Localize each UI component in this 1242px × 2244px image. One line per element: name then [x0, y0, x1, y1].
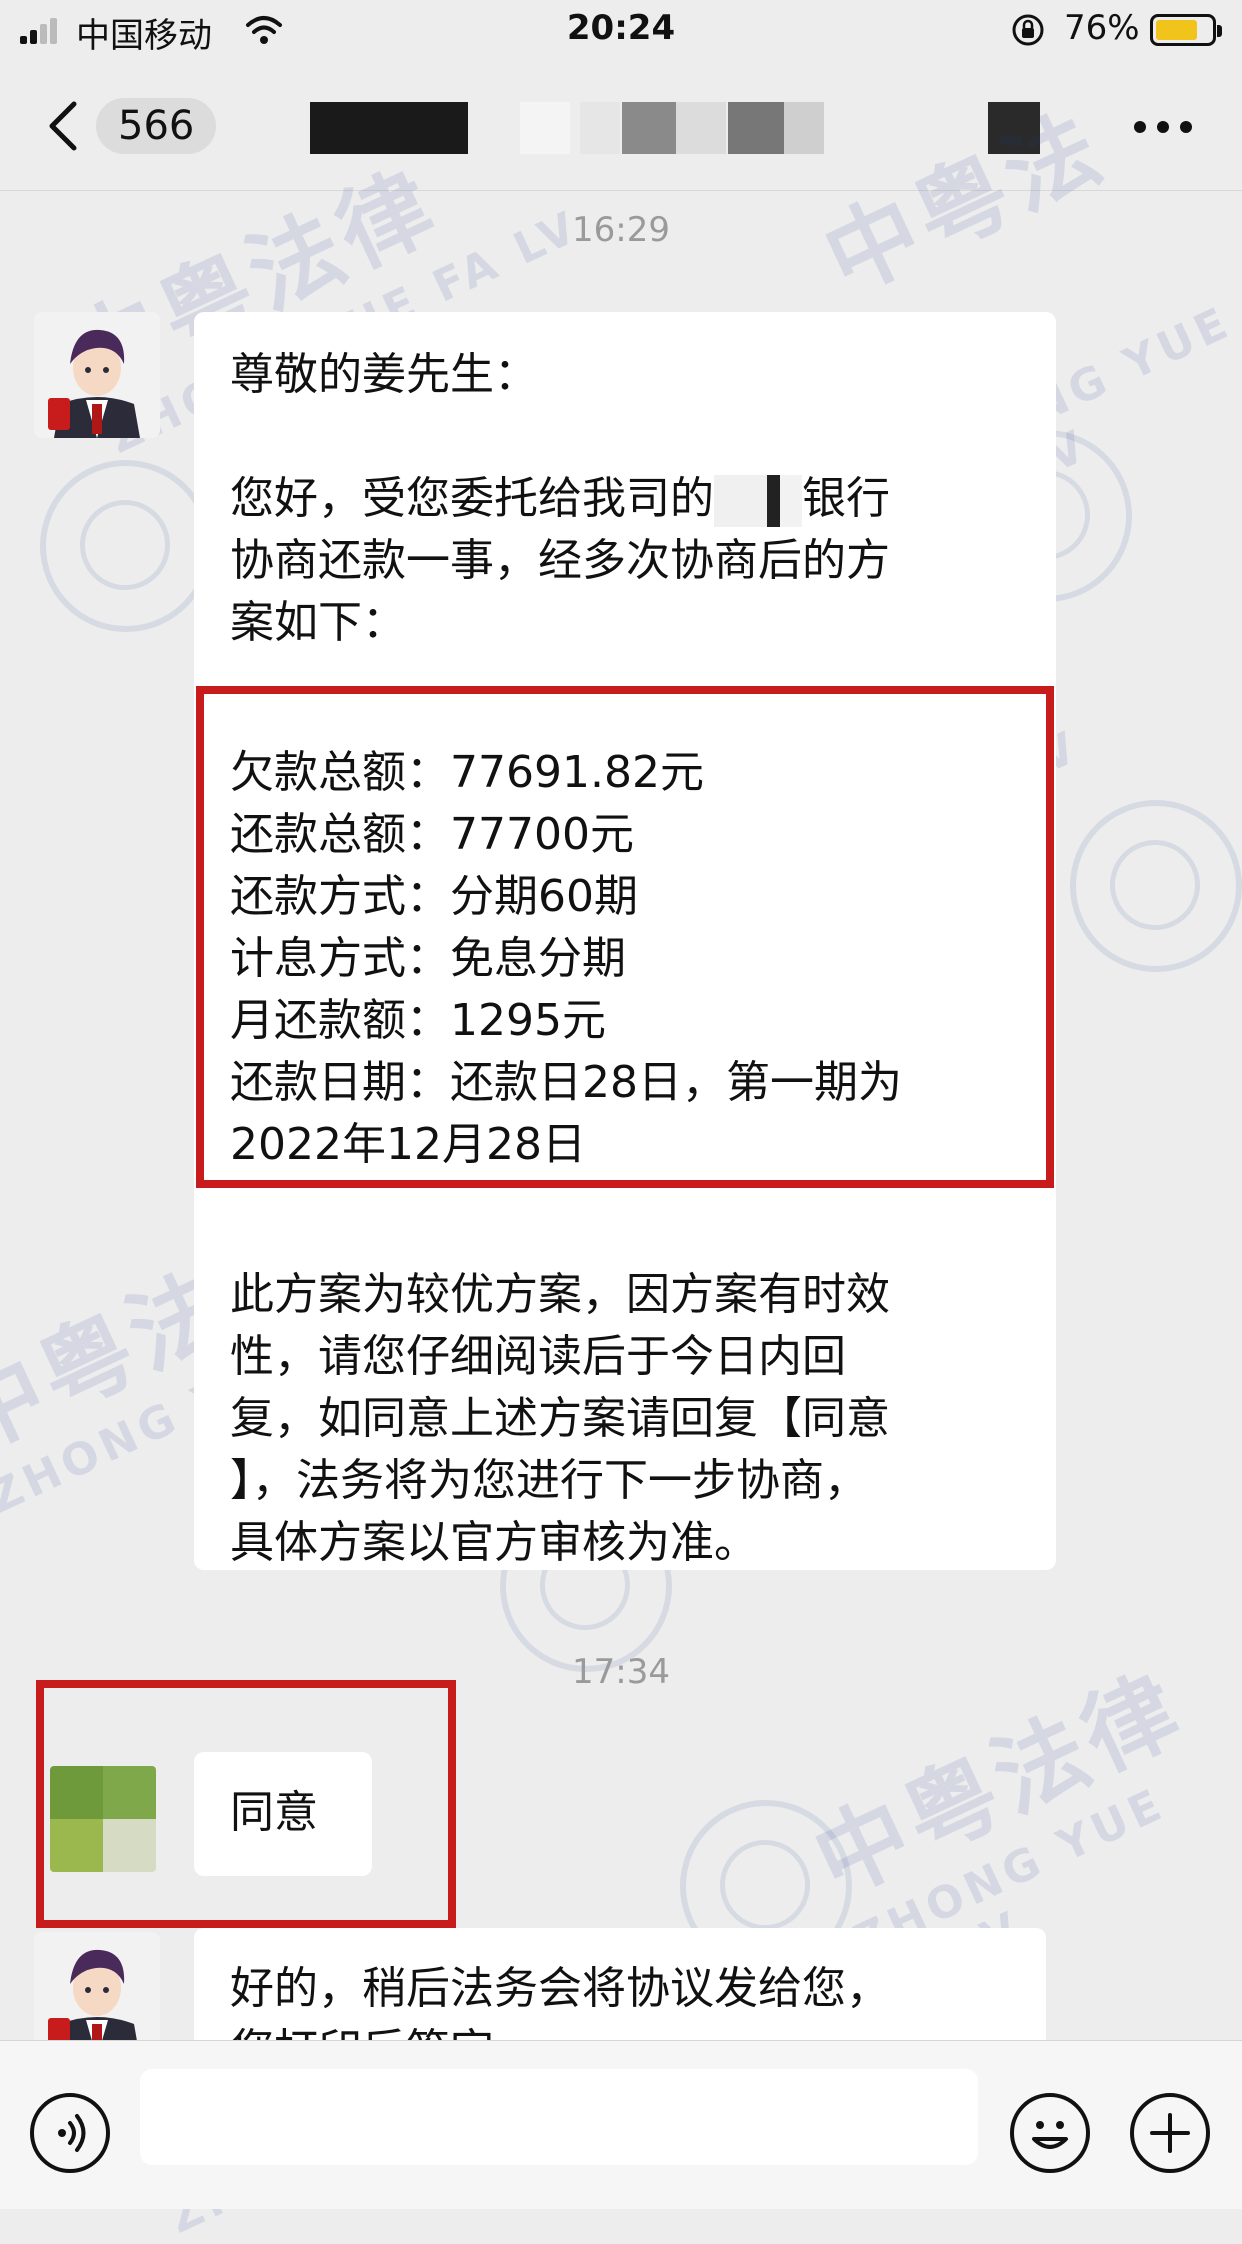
redacted-block [520, 102, 570, 154]
plan-line-repay-total: 还款总额：77700元 [230, 809, 634, 860]
redacted-chat-title [310, 102, 468, 154]
redacted-bank-name [714, 475, 802, 527]
message-intro-line: 协商还款一事，经多次协商后的方 [230, 535, 890, 586]
plus-icon[interactable] [1130, 2093, 1210, 2173]
message-agree-text: 同意 [230, 1787, 318, 1838]
plan-line-first-date: 2022年12月28日 [230, 1119, 586, 1170]
message-intro: 您好，受您委托给我司的 银行 [230, 468, 1020, 530]
message-timestamp: 17:34 [572, 1652, 670, 1692]
redacted-block [784, 102, 824, 154]
redacted-block [676, 102, 726, 154]
message-note-line: 】，法务将为您进行下一步协商， [230, 1455, 868, 1506]
redacted-block [580, 102, 620, 154]
message-note-line: 性，请您仔细阅读后于今日内回 [230, 1331, 846, 1382]
lawyer-avatar[interactable] [34, 312, 160, 438]
plan-line-debt-total: 欠款总额：77691.82元 [230, 747, 704, 798]
message-intro-line: 案如下： [230, 597, 406, 648]
watermark-seal [1070, 800, 1242, 972]
user-avatar[interactable] [50, 1766, 156, 1872]
status-time: 20:24 [566, 8, 676, 48]
redacted-block [622, 102, 676, 154]
voice-input-icon[interactable] [30, 2093, 110, 2173]
more-dots-icon[interactable] [1128, 112, 1198, 142]
chat-header: 566 [0, 62, 1242, 191]
emoji-icon[interactable] [1010, 2093, 1090, 2173]
rotation-lock-icon [1012, 14, 1044, 46]
message-greeting: 尊敬的姜先生： [230, 349, 538, 400]
plan-line-repay-method: 还款方式：分期60期 [230, 871, 638, 922]
unread-count-badge[interactable]: 566 [96, 98, 217, 154]
message-followup-line: 好的，稍后法务会将协议发给您， [230, 1963, 890, 2014]
plan-line-interest-method: 计息方式：免息分期 [230, 933, 626, 984]
battery-icon [1150, 14, 1222, 46]
message-note-line: 具体方案以官方审核为准。 [230, 1517, 758, 1568]
plan-line-monthly-amount: 月还款额：1295元 [230, 995, 606, 1046]
message-timestamp: 16:29 [572, 210, 670, 250]
pixelated-avatar-icon [50, 1766, 156, 1872]
message-note-line: 复，如同意上述方案请回复【同意 [230, 1393, 890, 1444]
message-input[interactable] [140, 2069, 978, 2165]
message-bubble-agree: 同意 [194, 1752, 372, 1876]
redacted-block [988, 102, 1040, 154]
watermark-seal [40, 460, 212, 632]
plan-line-repay-date: 还款日期：还款日28日，第一期为 [230, 1057, 902, 1108]
cartoon-lawyer-icon [34, 312, 160, 438]
redacted-block [728, 102, 784, 154]
message-note-line: 此方案为较优方案，因方案有时效 [230, 1269, 890, 1320]
status-bar: 中国移动 20:24 76% [0, 0, 1242, 62]
message-bubble-plan: 尊敬的姜先生： 您好，受您委托给我司的 银行 协商还款一事，经多次协商后的方 案如… [194, 312, 1056, 1570]
chevron-left-icon[interactable] [44, 98, 84, 154]
chat-input-bar [0, 2040, 1242, 2209]
battery-fill [1156, 20, 1197, 40]
battery-percent: 76% [1064, 8, 1140, 48]
